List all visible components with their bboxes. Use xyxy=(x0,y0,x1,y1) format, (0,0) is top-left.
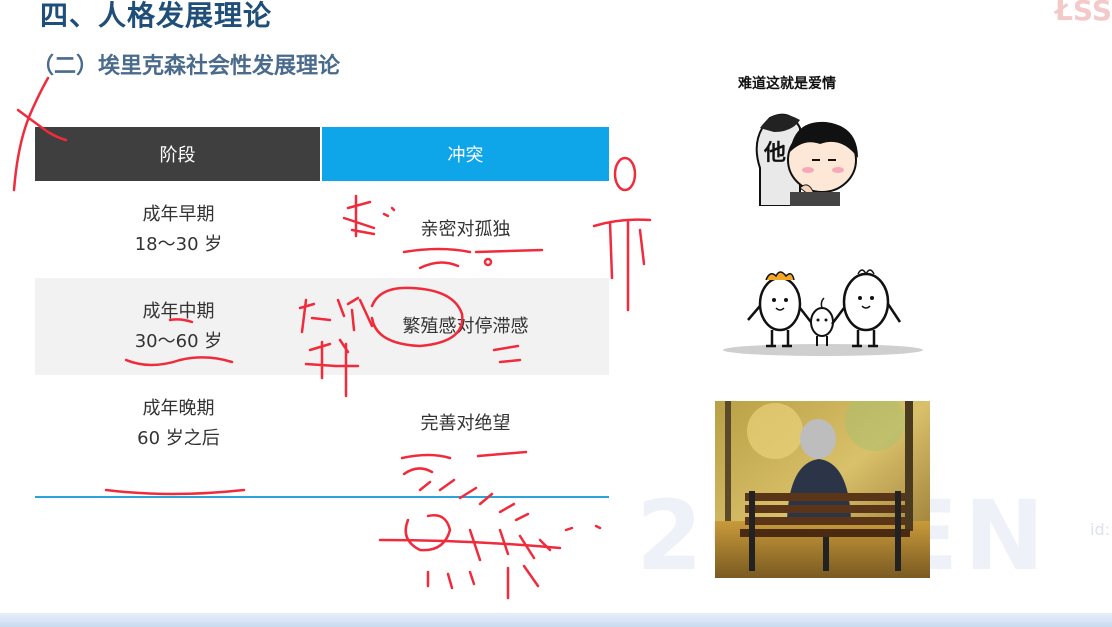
conflict-cell: 繁殖感对停滞感 xyxy=(322,278,609,375)
table-row: 成年早期 18～30 岁 亲密对孤独 xyxy=(35,181,609,278)
stage-cell: 成年中期 30～60 岁 xyxy=(35,278,322,375)
stage-name: 成年中期 xyxy=(142,300,215,322)
watermark-id: id: xyxy=(1090,520,1110,539)
family-eggs-image xyxy=(723,269,923,356)
slide-title: 四、人格发展理论 xyxy=(40,0,273,32)
stage-cell: 成年晚期 60 岁之后 xyxy=(35,375,322,472)
stage-name: 成年早期 xyxy=(142,203,215,225)
footer-bar xyxy=(0,613,1112,627)
stage-age: 60 岁之后 xyxy=(137,427,220,449)
stage-name: 成年晚期 xyxy=(142,397,215,419)
conflict-cell: 亲密对孤独 xyxy=(322,181,609,278)
stage-cell: 成年早期 18～30 岁 xyxy=(35,181,322,278)
elderly-bench-photo xyxy=(715,401,930,578)
table-row: 成年中期 30～60 岁 繁殖感对停滞感 xyxy=(35,278,609,375)
conflict-text: 繁殖感对停滞感 xyxy=(402,315,529,337)
couple-meme-image: 他 xyxy=(730,108,870,206)
stage-age: 30～60 岁 xyxy=(134,330,223,352)
table-row: 成年晚期 60 岁之后 完善对绝望 xyxy=(35,375,609,472)
stage-conflict-table: 阶段 冲突 成年早期 18～30 岁 亲密对孤独 成年中期 30～60 岁 繁殖… xyxy=(35,127,609,472)
slide-subtitle: （二）埃里克森社会性发展理论 xyxy=(32,54,341,79)
stage-age: 18～30 岁 xyxy=(134,233,223,255)
love-caption: 难道这就是爱情 xyxy=(738,76,836,92)
header-conflict: 冲突 xyxy=(322,127,609,181)
conflict-text: 亲密对孤独 xyxy=(420,218,511,240)
header-stage: 阶段 xyxy=(35,127,320,181)
table-bottom-rule xyxy=(35,496,609,498)
meme-character-text: 他 xyxy=(763,141,786,166)
table-header-row: 阶段 冲突 xyxy=(35,127,609,181)
conflict-text: 完善对绝望 xyxy=(420,412,511,434)
corner-logo-fragment: ŁSS xyxy=(1054,0,1112,27)
conflict-cell: 完善对绝望 xyxy=(322,375,609,472)
